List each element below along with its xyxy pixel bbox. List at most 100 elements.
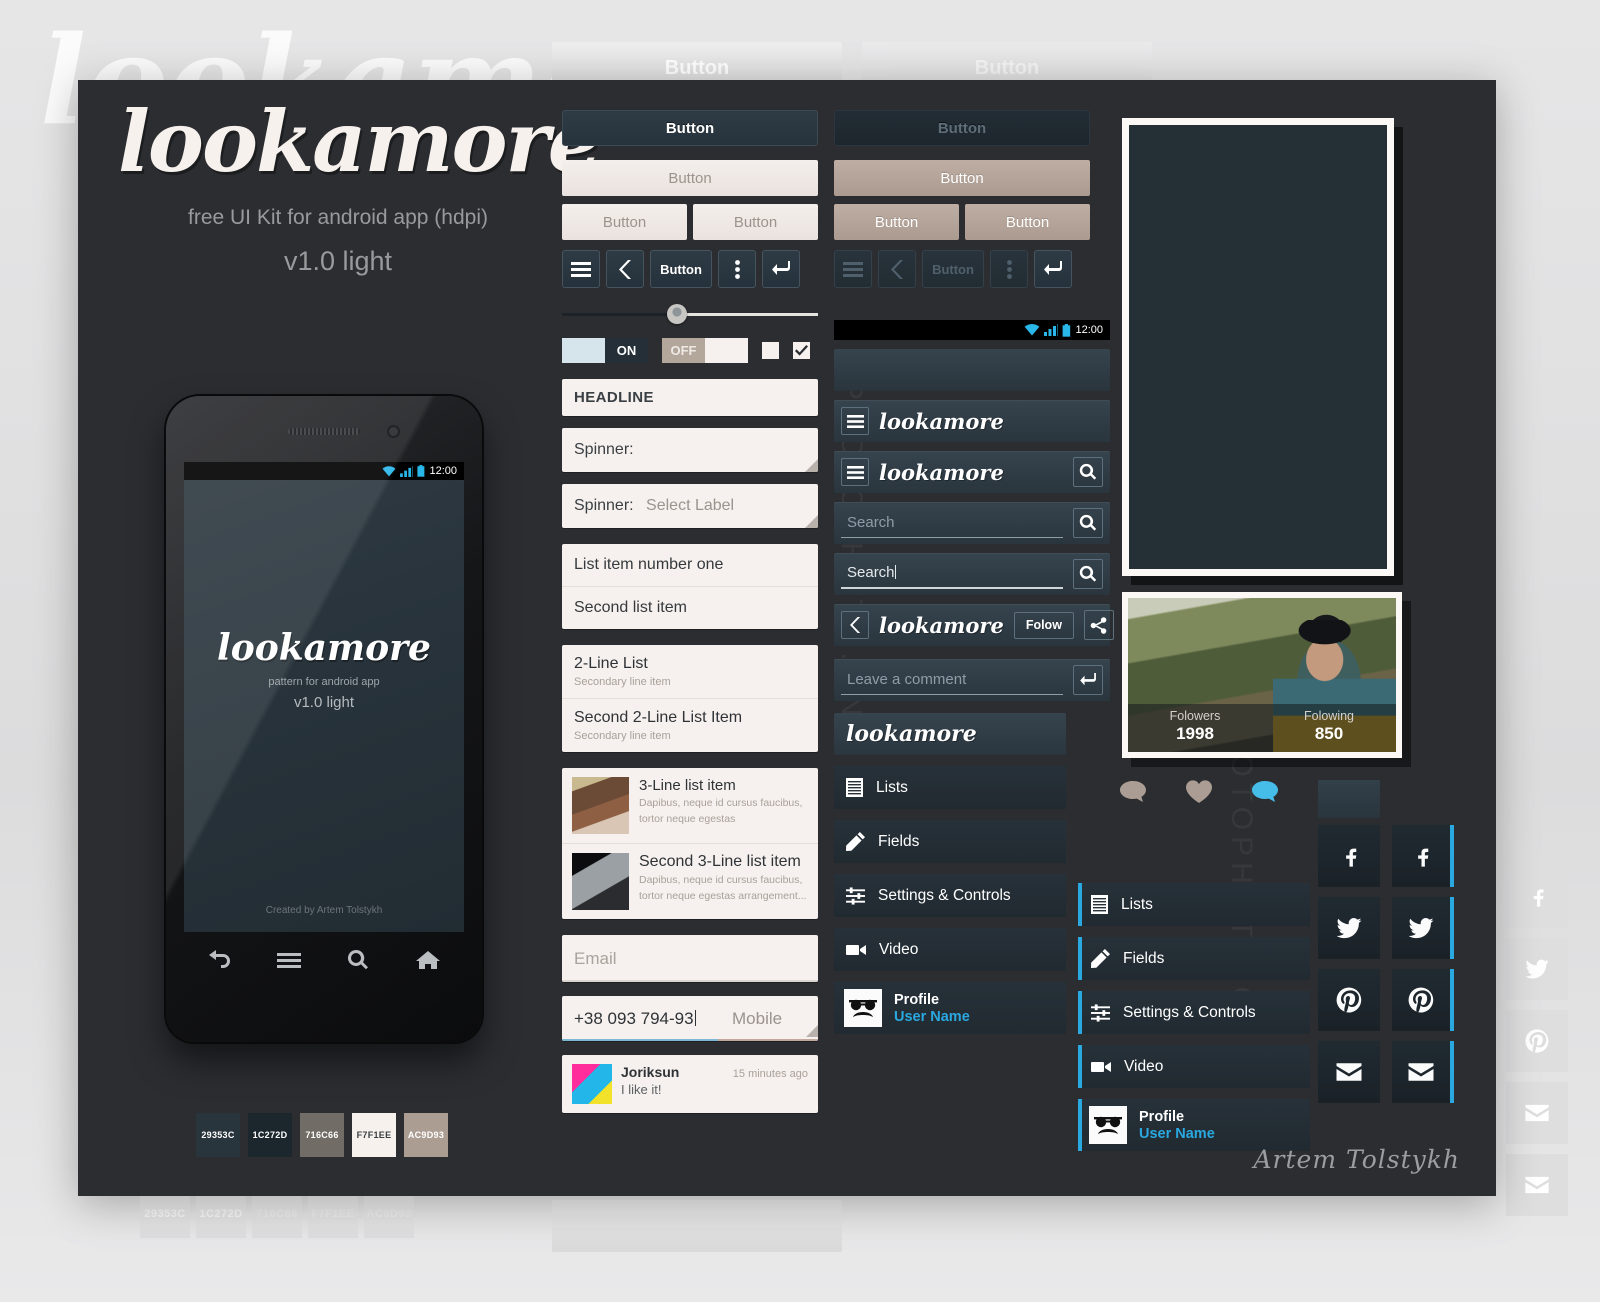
search-button-3[interactable] bbox=[1073, 559, 1103, 589]
button-dark-disabled[interactable]: Button bbox=[834, 110, 1090, 146]
following-value: 850 bbox=[1314, 724, 1344, 743]
list-item[interactable]: Second list item bbox=[562, 587, 818, 629]
components-column-light: Button Button Button Button Button ON OF… bbox=[562, 110, 818, 1113]
send-button[interactable] bbox=[1073, 665, 1103, 695]
social-twitter-selected[interactable] bbox=[1392, 897, 1454, 959]
hamburger-icon bbox=[843, 261, 863, 277]
pinterest-icon bbox=[1408, 987, 1434, 1013]
menu-item-lists-selected[interactable]: Lists bbox=[1078, 883, 1310, 926]
list-item[interactable]: List item number one bbox=[562, 544, 818, 587]
button-tan-left[interactable]: Button bbox=[834, 204, 959, 240]
lists-icon bbox=[1091, 895, 1108, 914]
menu-item-settings[interactable]: Settings & Controls bbox=[834, 874, 1066, 917]
button-tan-right[interactable]: Button bbox=[965, 204, 1090, 240]
phone-navbar[interactable] bbox=[184, 936, 464, 984]
social-twitter[interactable] bbox=[1318, 897, 1380, 959]
hamburger-icon bbox=[846, 414, 864, 428]
button-light-right[interactable]: Button bbox=[693, 204, 818, 240]
search-input-typed[interactable]: Search bbox=[841, 559, 1063, 589]
menu-item-video-selected[interactable]: Video bbox=[1078, 1045, 1310, 1088]
back-button[interactable] bbox=[606, 250, 644, 288]
follow-button[interactable]: Folow bbox=[1013, 611, 1074, 639]
menu-button[interactable] bbox=[562, 250, 600, 288]
hamburger-button-2[interactable] bbox=[841, 458, 869, 486]
button-tan[interactable]: Button bbox=[834, 160, 1090, 196]
phone-type-spinner[interactable]: Mobile bbox=[718, 996, 818, 1041]
enter-button-2[interactable] bbox=[1034, 250, 1072, 288]
icon-text-button[interactable]: Button bbox=[650, 250, 712, 288]
pencil-icon bbox=[846, 832, 865, 851]
phone-field-panel: +38 093 794-93 Mobile bbox=[562, 996, 818, 1041]
button-light[interactable]: Button bbox=[562, 160, 818, 196]
spinner-selected-row[interactable]: Spinner: Select Label bbox=[562, 484, 818, 528]
hamburger-button[interactable] bbox=[841, 407, 869, 435]
list-item-title: 2-Line List bbox=[574, 655, 648, 672]
social-pinterest-selected[interactable] bbox=[1392, 969, 1454, 1031]
comment-bubble-icon[interactable] bbox=[1252, 780, 1278, 803]
list-item[interactable]: 3-Line list item Dapibus, neque id cursu… bbox=[562, 768, 818, 844]
avatar bbox=[844, 989, 882, 1027]
wifi-icon bbox=[382, 465, 396, 476]
menu-label: Lists bbox=[876, 778, 908, 796]
search-button[interactable] bbox=[1073, 457, 1103, 487]
slider-control[interactable] bbox=[562, 304, 818, 324]
menu-item-settings-selected[interactable]: Settings & Controls bbox=[1078, 991, 1310, 1034]
heart-icon[interactable] bbox=[1186, 780, 1212, 803]
headline-panel: HEADLINE bbox=[562, 379, 818, 416]
button-light-left[interactable]: Button bbox=[562, 204, 687, 240]
social-facebook-selected[interactable] bbox=[1392, 825, 1454, 887]
brand-logo: lookamore bbox=[118, 92, 601, 191]
back-button-disabled[interactable] bbox=[878, 250, 916, 288]
social-email-selected[interactable] bbox=[1392, 1041, 1454, 1103]
social-icon-grid bbox=[1318, 825, 1454, 1103]
comment-input[interactable]: Leave a comment bbox=[841, 666, 1063, 695]
list-item[interactable]: 2-Line List Secondary line item bbox=[562, 645, 818, 699]
brand-version: v1.0 light bbox=[283, 246, 393, 276]
ghost-swatch-4: F7F1EE bbox=[308, 1190, 358, 1238]
list-item[interactable]: Second 2-Line List Item Secondary line i… bbox=[562, 699, 818, 752]
menu-item-lists[interactable]: Lists bbox=[834, 766, 1066, 809]
checkbox-unchecked[interactable] bbox=[762, 342, 779, 359]
back-button-bar[interactable] bbox=[841, 611, 869, 639]
menu-item-fields-selected[interactable]: Fields bbox=[1078, 937, 1310, 980]
search-input[interactable]: Search bbox=[841, 509, 1063, 538]
search-button-2[interactable] bbox=[1073, 508, 1103, 538]
chevron-left-icon bbox=[849, 617, 860, 633]
switch-on[interactable]: ON bbox=[562, 338, 648, 363]
social-email[interactable] bbox=[1318, 1041, 1380, 1103]
checkbox-checked[interactable] bbox=[793, 342, 810, 359]
actionbar-title-2: lookamore bbox=[879, 459, 1004, 485]
menu-item-profile-selected[interactable]: Profile User Name bbox=[1078, 1099, 1310, 1151]
menu-item-fields[interactable]: Fields bbox=[834, 820, 1066, 863]
profile-photo-card[interactable]: Folowers 1998 Folowing 850 bbox=[1122, 592, 1402, 758]
switch-off[interactable]: OFF bbox=[662, 338, 748, 363]
spinner-empty[interactable]: Spinner: bbox=[562, 428, 818, 472]
comment-row[interactable]: Joriksun 15 minutes ago I like it! bbox=[562, 1055, 818, 1113]
overflow-button[interactable] bbox=[718, 250, 756, 288]
spinner-selected[interactable]: Spinner: Select Label bbox=[562, 484, 818, 528]
email-field-panel: Email bbox=[562, 935, 818, 982]
toggle-row: ON OFF bbox=[562, 338, 818, 363]
overflow-button-disabled[interactable] bbox=[990, 250, 1028, 288]
button-dark-normal[interactable]: Button bbox=[562, 110, 818, 146]
share-button[interactable] bbox=[1083, 610, 1114, 640]
slider-knob[interactable] bbox=[666, 304, 687, 324]
icon-text-button-disabled[interactable]: Button bbox=[922, 250, 984, 288]
menu-item-video[interactable]: Video bbox=[834, 928, 1066, 971]
social-pinterest[interactable] bbox=[1318, 969, 1380, 1031]
phone-mockup: 12:00 lookamore pattern for android app … bbox=[166, 396, 482, 1042]
phone-splash: lookamore pattern for android app v1.0 l… bbox=[184, 630, 464, 711]
ghost-swatch-2: 1C272D bbox=[196, 1190, 246, 1238]
social-facebook[interactable] bbox=[1318, 825, 1380, 887]
enter-button[interactable] bbox=[762, 250, 800, 288]
phone-field-row: +38 093 794-93 Mobile bbox=[562, 996, 818, 1041]
spinner-empty-row[interactable]: Spinner: bbox=[562, 428, 818, 472]
comment-bubble-icon[interactable] bbox=[1120, 780, 1146, 803]
list-item[interactable]: Second 3-Line list item Dapibus, neque i… bbox=[562, 844, 818, 919]
menu-item-profile[interactable]: Profile User Name bbox=[834, 982, 1066, 1034]
menu-button-disabled[interactable] bbox=[834, 250, 872, 288]
phone-number-input[interactable]: +38 093 794-93 bbox=[562, 996, 718, 1041]
email-field[interactable]: Email bbox=[562, 935, 818, 982]
pencil-icon bbox=[1091, 949, 1110, 968]
phone-statusbar: 12:00 bbox=[184, 462, 464, 480]
